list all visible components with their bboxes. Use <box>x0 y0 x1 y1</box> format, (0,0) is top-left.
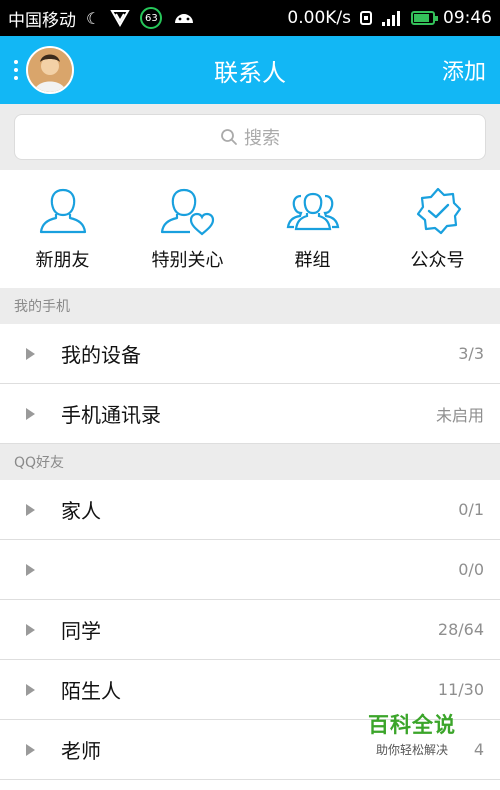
menu-dots-icon[interactable] <box>8 60 24 80</box>
group-name: 同学 <box>61 619 101 643</box>
expand-arrow-icon <box>26 563 35 576</box>
group-count: 未启用 <box>435 405 484 425</box>
security-badge: 63 <box>140 7 163 29</box>
search-icon <box>221 129 237 145</box>
expand-arrow-icon <box>26 623 35 636</box>
avatar[interactable] <box>26 46 74 94</box>
group-count: 28/64 <box>437 620 484 639</box>
search-input[interactable]: 搜索 <box>14 114 486 160</box>
list-item-family[interactable]: 家人 0/1 <box>0 480 500 540</box>
page-title: 联系人 <box>214 58 286 87</box>
group-name: 手机通讯录 <box>61 403 161 427</box>
carrier-name: 中国移动 <box>8 10 76 31</box>
group-icon <box>286 192 339 231</box>
moon-icon: ☾ <box>86 8 101 28</box>
person-heart-icon <box>160 188 214 236</box>
group-count: 4 <box>473 740 484 759</box>
list-item-my-devices[interactable]: 我的设备 3/3 <box>0 324 500 384</box>
expand-arrow-icon <box>26 503 35 516</box>
expand-arrow-icon <box>26 407 35 420</box>
status-bar: 中国移动 ☾ 63 0.00K/s 09:46 <box>0 0 500 36</box>
list-item-unnamed-group[interactable]: 0/0 <box>0 540 500 600</box>
data-transfer-icon <box>360 11 372 25</box>
expand-arrow-icon <box>26 743 35 756</box>
quick-label: 群组 <box>294 250 331 271</box>
title-bar: 联系人 添加 <box>0 36 500 104</box>
groups-button[interactable]: 群组 <box>250 170 375 288</box>
group-count: 3/3 <box>458 344 484 363</box>
list-item-classmates[interactable]: 同学 28/64 <box>0 600 500 660</box>
group-name: 我的设备 <box>61 343 141 367</box>
quick-label: 特别关心 <box>151 250 224 271</box>
network-speed: 0.00K/s <box>287 8 351 28</box>
special-care-button[interactable]: 特别关心 <box>125 170 250 288</box>
group-name: 家人 <box>61 499 101 523</box>
group-count: 11/30 <box>437 680 484 699</box>
expand-arrow-icon <box>26 347 35 360</box>
add-button[interactable]: 添加 <box>442 54 486 86</box>
quick-label: 新朋友 <box>35 250 90 271</box>
group-count: 0/1 <box>458 500 484 519</box>
clock: 09:46 <box>443 8 492 28</box>
group-count: 0/0 <box>458 560 484 579</box>
quick-label: 公众号 <box>410 250 465 271</box>
section-header-my-phone: 我的手机 <box>0 288 500 324</box>
section-header-qq-friends: QQ好友 <box>0 444 500 480</box>
battery-icon <box>411 11 438 25</box>
list-item-phone-contacts[interactable]: 手机通讯录 未启用 <box>0 384 500 444</box>
search-placeholder: 搜索 <box>244 128 280 149</box>
vpn-icon <box>110 10 131 27</box>
official-accounts-button[interactable]: 公众号 <box>375 170 500 288</box>
new-friends-button[interactable]: 新朋友 <box>0 170 125 288</box>
group-name: 陌生人 <box>61 679 121 703</box>
watermark-tagline: 助你轻松解决 <box>375 743 448 757</box>
watermark-brand: 百科全说 <box>368 713 456 737</box>
android-icon <box>175 14 194 23</box>
watermark: 百科全说 助你轻松解决 <box>368 709 456 758</box>
search-area: 搜索 <box>0 104 500 170</box>
quick-actions: 新朋友 特别关心 群组 公众号 <box>0 170 500 288</box>
group-name: 老师 <box>61 739 101 763</box>
signal-icon <box>382 11 400 26</box>
expand-arrow-icon <box>26 683 35 696</box>
person-icon <box>39 188 86 234</box>
verified-badge-icon <box>416 187 461 235</box>
